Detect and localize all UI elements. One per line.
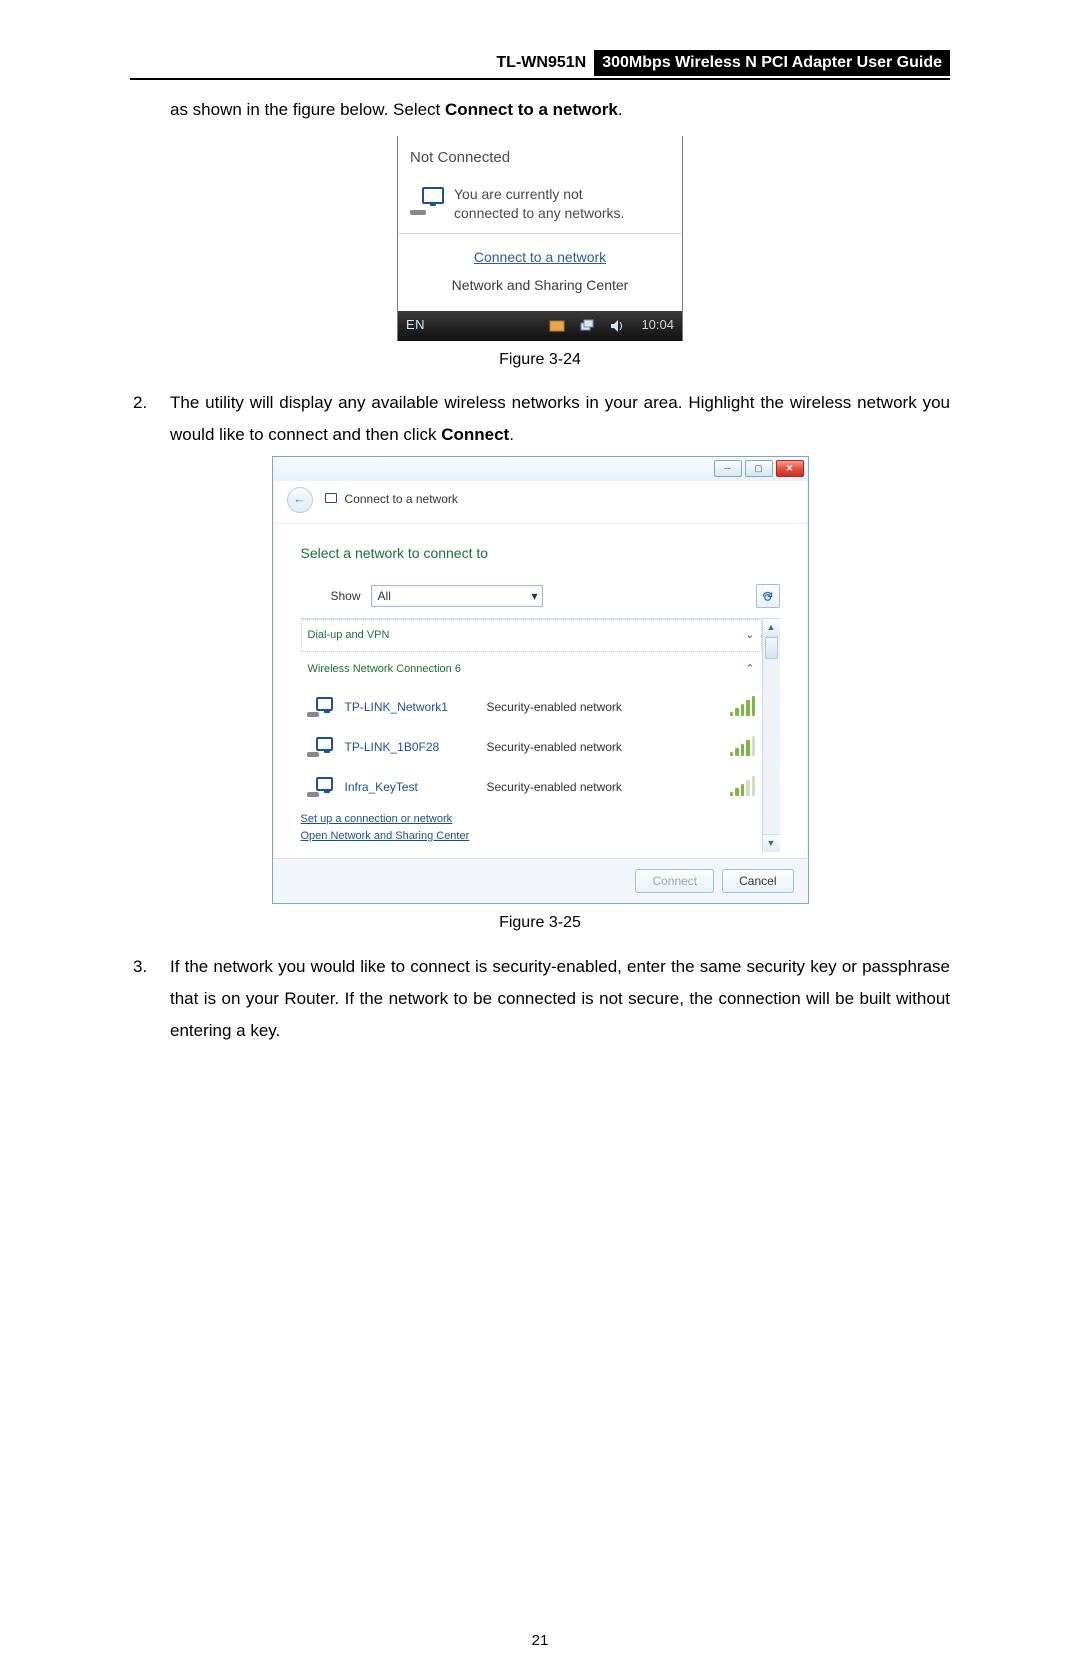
open-sharing-center-link[interactable]: Open Network and Sharing Center — [301, 828, 762, 845]
network-desc: Security-enabled network — [487, 696, 622, 719]
step-3-text: If the network you would like to connect… — [170, 951, 950, 1048]
tray-network-icon[interactable] — [579, 318, 595, 334]
connect-network-link[interactable]: Connect to a network — [410, 244, 670, 271]
maximize-button[interactable]: ▢ — [745, 460, 773, 477]
close-button[interactable]: ✕ — [776, 460, 804, 477]
minimize-button[interactable]: ─ — [714, 460, 742, 477]
group-dialup-vpn[interactable]: Dial-up and VPN ⌄ — [301, 619, 762, 652]
signal-bars-icon — [730, 698, 756, 716]
step-2-text: The utility will display any available w… — [170, 387, 950, 452]
scrollbar[interactable]: ▲ ▼ — [762, 619, 780, 852]
dialog-heading: Select a network to connect to — [301, 540, 780, 567]
cancel-button[interactable]: Cancel — [722, 869, 793, 893]
back-button[interactable]: ← — [287, 487, 313, 513]
group-wireless[interactable]: Wireless Network Connection 6 ⌃ — [301, 653, 762, 686]
intro-paragraph: as shown in the figure below. Select Con… — [170, 94, 950, 126]
figure-25-caption: Figure 3-25 — [130, 908, 950, 938]
scroll-thumb[interactable] — [765, 637, 778, 659]
page-number: 21 — [130, 1627, 950, 1656]
network-icon — [410, 187, 444, 217]
guide-title: 300Mbps Wireless N PCI Adapter User Guid… — [594, 50, 950, 76]
network-desc: Security-enabled network — [487, 736, 622, 759]
refresh-button[interactable] — [756, 584, 780, 608]
show-label: Show — [331, 585, 361, 608]
network-icon — [307, 737, 333, 759]
network-icon — [307, 777, 333, 799]
tray-app-icon[interactable] — [549, 318, 565, 334]
step-number: 2. — [133, 387, 158, 452]
connect-button[interactable]: Connect — [635, 869, 714, 893]
chevron-down-icon: ▾ — [532, 585, 538, 608]
network-name: Infra_KeyTest — [345, 776, 475, 799]
sharing-center-link[interactable]: Network and Sharing Center — [452, 277, 629, 293]
refresh-icon — [761, 590, 774, 603]
product-model: TL-WN951N — [488, 50, 594, 76]
scroll-up-icon[interactable]: ▲ — [763, 619, 780, 637]
connect-network-dialog: ─ ▢ ✕ ← Connect to a network Select a ne… — [272, 456, 809, 904]
network-name: TP-LINK_1B0F28 — [345, 736, 475, 759]
signal-bars-icon — [730, 738, 756, 756]
window-titlebar: ─ ▢ ✕ — [273, 457, 808, 481]
scroll-down-icon[interactable]: ▼ — [763, 834, 780, 852]
network-icon — [307, 697, 333, 719]
chevron-up-icon: ⌃ — [745, 659, 754, 680]
show-dropdown[interactable]: All ▾ — [371, 585, 543, 607]
network-row[interactable]: Infra_KeyTest Security-enabled network — [301, 767, 762, 807]
chevron-down-icon: ⌄ — [745, 625, 754, 646]
tray-volume-icon[interactable] — [609, 318, 625, 334]
setup-connection-link[interactable]: Set up a connection or network — [301, 811, 762, 828]
popup-title: Not Connected — [398, 136, 682, 179]
lang-indicator[interactable]: EN — [406, 313, 425, 338]
network-name: TP-LINK_Network1 — [345, 696, 475, 719]
network-row[interactable]: TP-LINK_Network1 Security-enabled networ… — [301, 687, 762, 727]
taskbar: EN 10:04 — [398, 311, 682, 341]
figure-24-caption: Figure 3-24 — [130, 345, 950, 375]
dialog-icon — [321, 493, 337, 507]
page-header: TL-WN951N300Mbps Wireless N PCI Adapter … — [130, 50, 950, 80]
signal-bars-icon — [730, 778, 756, 796]
taskbar-clock[interactable]: 10:04 — [641, 313, 674, 338]
popup-message: You are currently not connected to any n… — [454, 185, 624, 223]
dialog-breadcrumb: Connect to a network — [345, 488, 458, 511]
network-desc: Security-enabled network — [487, 776, 622, 799]
tray-popup: Not Connected You are currently not conn… — [397, 136, 683, 340]
step-number: 3. — [133, 951, 158, 1048]
network-row[interactable]: TP-LINK_1B0F28 Security-enabled network — [301, 727, 762, 767]
